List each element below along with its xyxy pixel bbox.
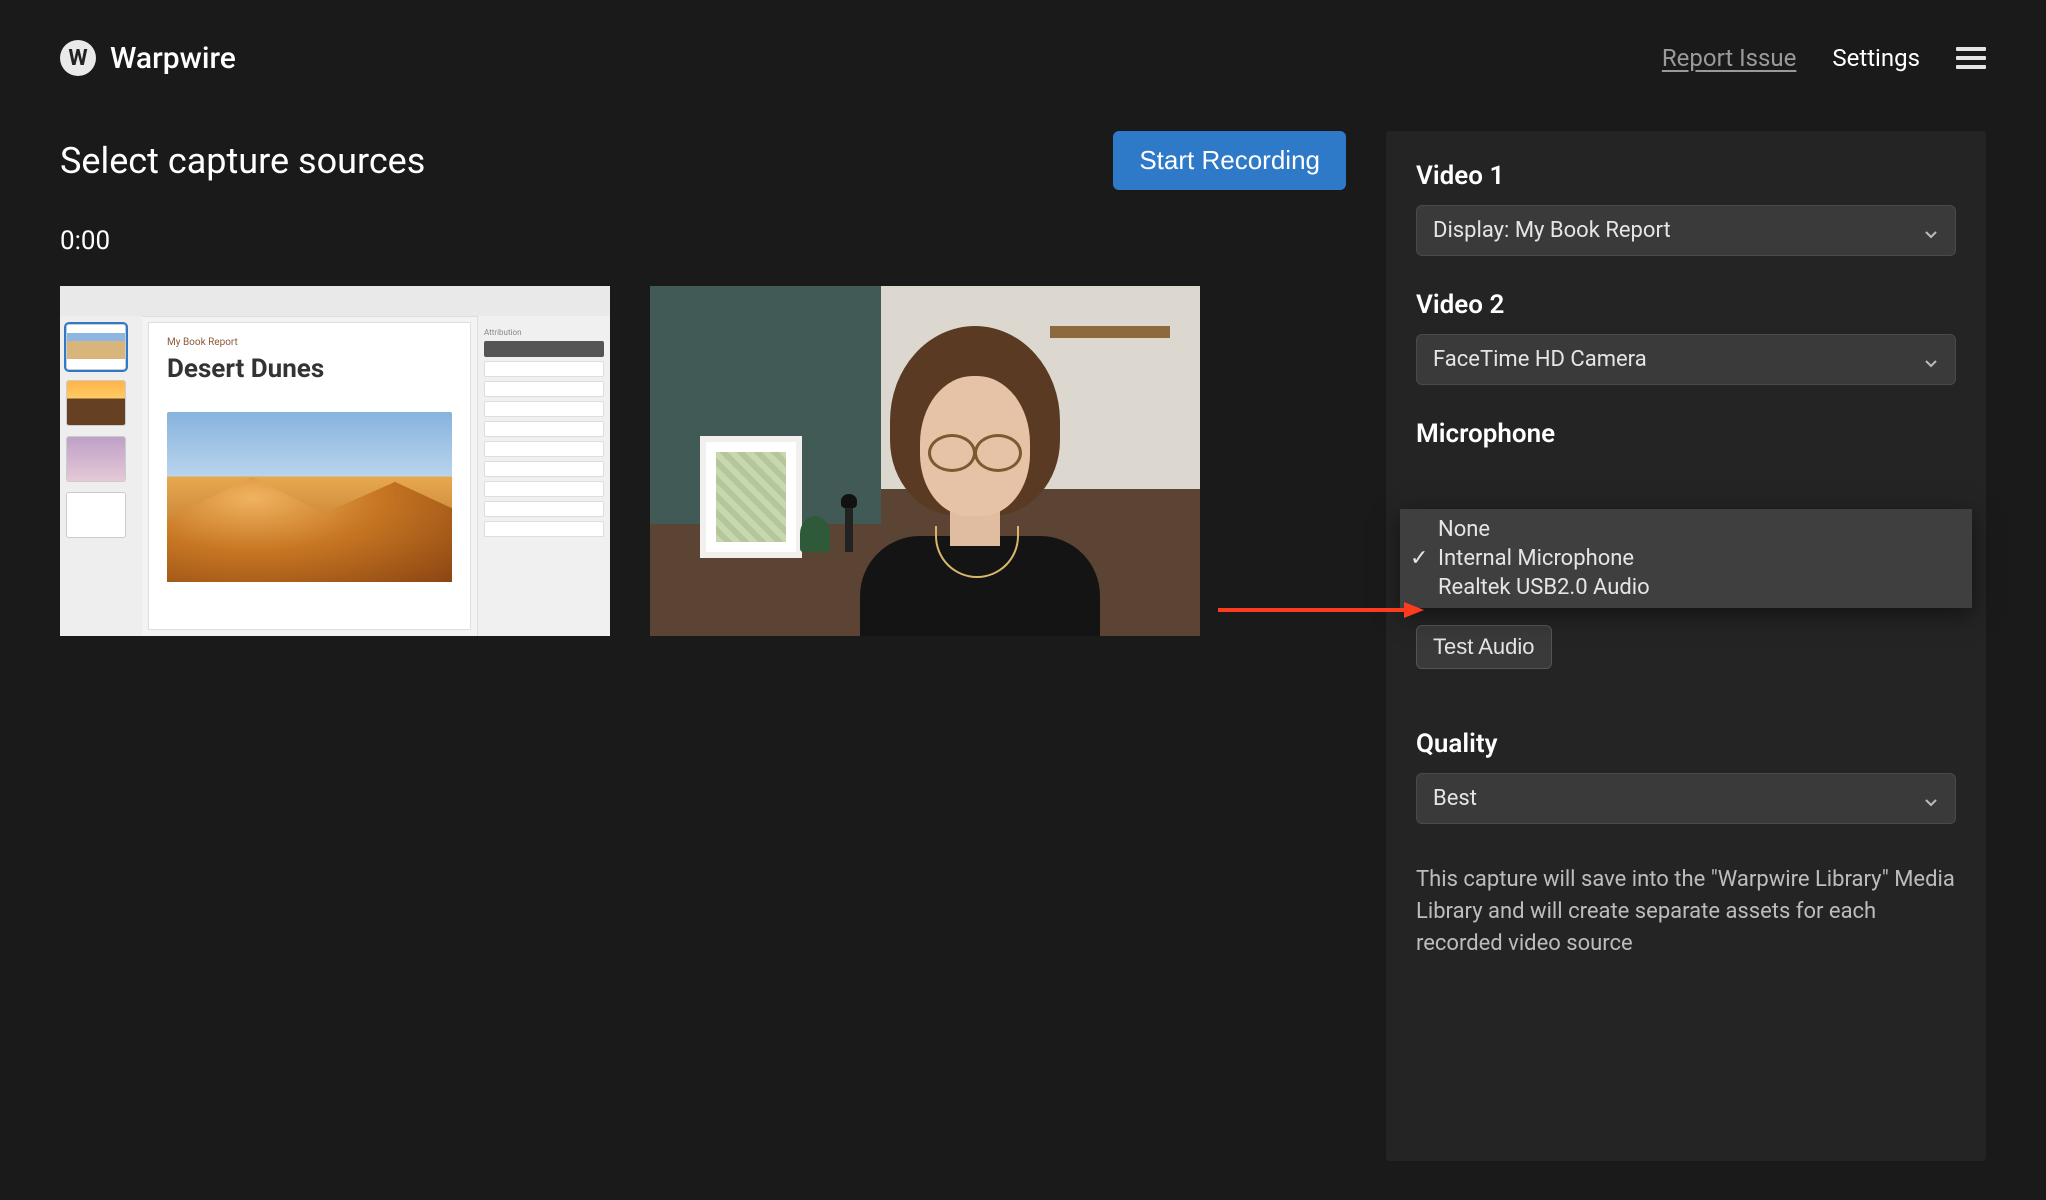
inspector-title: Attribution: [484, 328, 604, 337]
microphone-dropdown[interactable]: None ✓ Internal Microphone Realtek USB2.0…: [1400, 509, 1972, 608]
microphone-label: Microphone: [1416, 419, 1956, 449]
checkmark-icon: ✓: [1410, 546, 1428, 571]
title-row: Select capture sources Start Recording: [60, 131, 1346, 190]
video1-select[interactable]: Display: My Book Report: [1416, 205, 1956, 256]
mic-option-internal[interactable]: ✓ Internal Microphone: [1400, 544, 1972, 573]
pages-app-mock: My Book Report Desert Dunes Attribution: [60, 286, 610, 636]
video2-value: FaceTime HD Camera: [1433, 347, 1647, 372]
page-title: Select capture sources: [60, 140, 425, 182]
test-audio-button[interactable]: Test Audio: [1416, 625, 1552, 669]
timer: 0:00: [60, 226, 1346, 256]
brand-name: Warpwire: [110, 41, 236, 76]
settings-panel: Video 1 Display: My Book Report Video 2 …: [1386, 131, 1986, 1161]
brand: W Warpwire: [60, 40, 236, 76]
start-recording-button[interactable]: Start Recording: [1113, 131, 1346, 190]
mic-option-none-label: None: [1438, 517, 1490, 542]
quality-label: Quality: [1416, 729, 1956, 759]
brand-logo-icon: W: [60, 40, 96, 76]
mic-option-internal-label: Internal Microphone: [1438, 546, 1634, 571]
quality-value: Best: [1433, 786, 1477, 811]
menu-icon[interactable]: [1956, 47, 1986, 69]
video2-label: Video 2: [1416, 290, 1956, 320]
doc-subtitle: My Book Report: [167, 337, 452, 348]
chevron-down-icon: [1923, 223, 1939, 239]
preview-video1[interactable]: My Book Report Desert Dunes Attribution: [60, 286, 610, 636]
mic-option-realtek[interactable]: Realtek USB2.0 Audio: [1400, 573, 1972, 602]
settings-link[interactable]: Settings: [1832, 44, 1920, 72]
desert-dunes-image: [167, 412, 452, 582]
mic-option-realtek-label: Realtek USB2.0 Audio: [1438, 575, 1650, 600]
header-right: Report Issue Settings: [1662, 44, 1986, 72]
mic-option-none[interactable]: None: [1400, 515, 1972, 544]
left-column: Select capture sources Start Recording 0…: [60, 131, 1386, 636]
previews-row: My Book Report Desert Dunes Attribution: [60, 286, 1346, 636]
chevron-down-icon: [1923, 791, 1939, 807]
video1-value: Display: My Book Report: [1433, 218, 1671, 243]
quality-select[interactable]: Best: [1416, 773, 1956, 824]
main: Select capture sources Start Recording 0…: [0, 76, 2046, 1161]
webcam-mock: [650, 286, 1200, 636]
chevron-down-icon: [1923, 352, 1939, 368]
report-issue-link[interactable]: Report Issue: [1662, 44, 1796, 72]
preview-video2[interactable]: [650, 286, 1200, 636]
doc-title: Desert Dunes: [167, 354, 452, 384]
brand-logo-letter: W: [68, 46, 87, 71]
app-header: W Warpwire Report Issue Settings: [0, 0, 2046, 76]
video1-label: Video 1: [1416, 161, 1956, 191]
video2-select[interactable]: FaceTime HD Camera: [1416, 334, 1956, 385]
capture-description: This capture will save into the "Warpwir…: [1416, 864, 1956, 960]
